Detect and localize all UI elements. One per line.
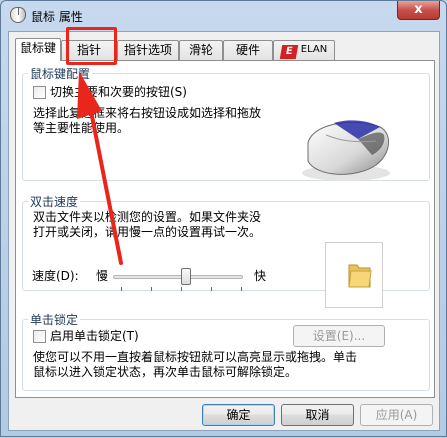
mouse-properties-window: 鼠标 属性 x 鼠标键 指针 指针选项 滑轮 硬件 E ELAN 鼠标键配置 切换… [0,0,447,437]
annotation-highlight-box [66,27,117,65]
click-lock-description-line1: 使您可以不用一直按着鼠标按钮就可以高亮显示或拖拽。单击 [33,350,358,364]
dialog-client-area: 鼠标键 指针 指针选项 滑轮 硬件 E ELAN 鼠标键配置 切换主要和次要的按钮… [8,31,440,431]
click-lock-description-line2: 鼠标以进入锁定状态，再次单击鼠标可解除锁定。 [33,365,298,379]
cancel-button[interactable]: 取消 [281,404,354,426]
fast-label: 快 [254,269,267,283]
tab-buttons[interactable]: 鼠标键 [15,38,61,61]
ok-button[interactable]: 确定 [202,404,275,426]
click-lock-settings-button[interactable]: 设置(E)... [293,325,385,347]
double-click-speed-slider[interactable] [113,275,243,279]
tab-hardware[interactable]: 硬件 [223,40,273,60]
slider-tick [151,287,152,291]
elan-logo-icon: E [279,45,298,59]
click-lock-title: 单击锁定 [28,311,81,328]
double-click-test-area[interactable] [325,242,383,308]
slider-tick [241,287,242,291]
slider-tick [211,287,212,291]
close-button[interactable]: x [397,1,440,20]
double-click-title: 双击速度 [28,193,81,210]
folder-icon[interactable] [348,261,372,289]
click-lock-label[interactable]: 启用单击锁定(T) [50,329,139,344]
double-click-description-line2: 打开或关闭，请用慢一点的设置再试一次。 [33,225,262,239]
apply-button[interactable]: 应用(A) [360,404,433,426]
click-lock-group: 单击锁定 启用单击锁定(T) 设置(E)... 使您可以不用一直按着鼠标按钮就可… [22,311,430,391]
buttons-tab-panel: 鼠标键配置 切换主要和次要的按钮(S) 选择此复选框来将右按钮设成如选择和拖放 … [15,60,435,398]
slider-tick [181,287,182,291]
speed-label: 速度(D): [32,269,79,283]
swap-description-line2: 等主要性能使用。 [33,121,130,135]
slider-tick [121,287,122,291]
mouse-icon [10,7,26,23]
tab-wheel[interactable]: 滑轮 [179,40,223,60]
tab-elan[interactable]: E ELAN [273,40,335,60]
swap-buttons-checkbox[interactable] [33,86,46,99]
button-config-title: 鼠标键配置 [28,65,93,82]
swap-buttons-label[interactable]: 切换主要和次要的按钮(S) [50,85,187,100]
window-title: 鼠标 属性 [31,10,83,24]
swap-description-line1: 选择此复选框来将右按钮设成如选择和拖放 [33,106,262,120]
mouse-illustration-icon [302,120,390,181]
double-click-description-line1: 双击文件夹以检测您的设置。如果文件夹没 [33,210,262,224]
slider-thumb[interactable] [181,268,191,285]
click-lock-checkbox[interactable] [33,330,46,343]
slow-label: 慢 [96,269,109,283]
tab-pointer-options[interactable]: 指针选项 [117,40,179,60]
